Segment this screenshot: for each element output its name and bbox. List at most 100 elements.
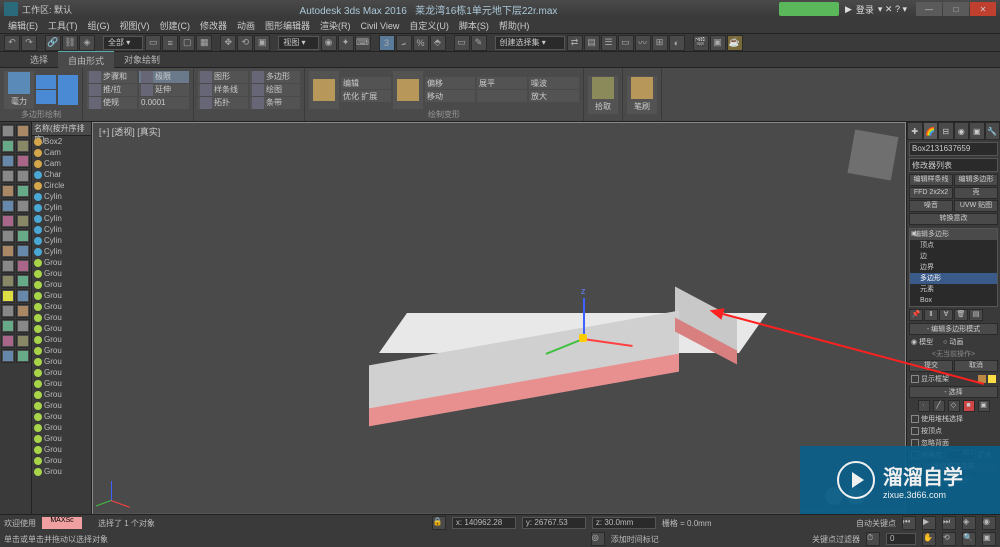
stack-pin-icon[interactable]: 📌 — [909, 309, 923, 321]
viewcube[interactable] — [848, 130, 899, 181]
stack-edge[interactable]: 边 — [910, 251, 997, 262]
rbtn-spline[interactable]: 样条线 — [198, 84, 248, 96]
stack-polygon[interactable]: 多边形 — [910, 273, 997, 284]
rbtn-zoom[interactable]: 放大 — [529, 90, 579, 102]
layer-item[interactable]: Cylin — [32, 213, 91, 224]
layer-item[interactable]: Cylin — [32, 246, 91, 257]
layers-list[interactable]: Box2CamCamCharCircleCylinCylinCylinCylin… — [32, 136, 91, 530]
app-icon[interactable] — [4, 2, 18, 16]
snap-icon[interactable]: 3 — [379, 35, 395, 51]
stack-unique-icon[interactable]: ∀ — [939, 309, 953, 321]
keyboard-icon[interactable]: ⌨ — [355, 35, 371, 51]
rollout-selection[interactable]: - 选择 — [909, 386, 998, 398]
layer-item[interactable]: Grou — [32, 312, 91, 323]
layer-item[interactable]: Grou — [32, 345, 91, 356]
layer-item[interactable]: Cam — [32, 147, 91, 158]
ltool-31[interactable] — [1, 349, 15, 363]
scene-box-object[interactable] — [373, 303, 753, 423]
btn-shell[interactable]: 壳 — [954, 187, 998, 199]
sb-time-play-icon[interactable]: ▶ — [922, 516, 936, 530]
layer-item[interactable]: Cylin — [32, 235, 91, 246]
spinner-snap-icon[interactable]: ⬘ — [430, 35, 446, 51]
ltool-6[interactable] — [16, 154, 30, 168]
modifier-stack[interactable]: 编辑多边形 顶点 边 边界 多边形 元素 Box — [909, 228, 998, 307]
ltool-25[interactable] — [1, 304, 15, 318]
layers-icon[interactable]: ☰ — [601, 35, 617, 51]
menu-views[interactable]: 视图(V) — [116, 19, 154, 32]
btn-cancel[interactable]: 取消 — [954, 360, 998, 372]
rbtn-brush[interactable]: 笔刷 — [627, 76, 657, 114]
ltool-5[interactable] — [1, 154, 15, 168]
sb-nav-zoom-icon[interactable]: 🔍 — [962, 532, 976, 546]
rbtn-flatten[interactable]: 展平 — [477, 77, 527, 89]
sb-nav-1[interactable]: ◈ — [962, 516, 976, 530]
radio-anim[interactable]: 动画 — [949, 337, 963, 347]
layer-item[interactable]: Grou — [32, 422, 91, 433]
cmdtab-create[interactable]: ✚ — [907, 122, 923, 140]
viewport-label[interactable]: [+] [透视] [真实] — [99, 125, 160, 138]
polydraw-icon-2[interactable] — [36, 90, 56, 104]
bind-icon[interactable]: ◈ — [79, 35, 95, 51]
menu-group[interactable]: 组(G) — [84, 19, 114, 32]
stack-box[interactable]: Box — [910, 295, 997, 306]
link-icon[interactable]: 🔗 — [45, 35, 61, 51]
layer-item[interactable]: Grou — [32, 268, 91, 279]
rbtn-edit[interactable]: 编辑 — [341, 77, 391, 89]
ltool-9[interactable] — [1, 184, 15, 198]
keyfilter-button[interactable]: 关键点过滤器 — [812, 534, 860, 545]
layer-item[interactable]: Grou — [32, 466, 91, 477]
btn-editpoly[interactable]: 编辑多边形 — [954, 174, 998, 186]
sb-time-prev-icon[interactable]: ⏮ — [902, 516, 916, 530]
curve-editor-icon[interactable]: 〰 — [635, 35, 651, 51]
ltool-32[interactable] — [16, 349, 30, 363]
modifier-list-dropdown[interactable]: 修改器列表 — [909, 158, 998, 172]
ltool-24[interactable] — [16, 289, 30, 303]
stack-element[interactable]: 元素 — [910, 284, 997, 295]
chk-showcage[interactable] — [911, 375, 919, 383]
layer-item[interactable]: Grou — [32, 411, 91, 422]
layers-header[interactable]: 名称(按升序排序) — [32, 122, 91, 136]
sb-lock-icon[interactable]: 🔒 — [432, 516, 446, 530]
sb-time-next-icon[interactable]: ⏭ — [942, 516, 956, 530]
material-editor-icon[interactable]: ◐ — [669, 35, 685, 51]
ltool-1[interactable] — [1, 124, 15, 138]
select-name-icon[interactable]: ≡ — [162, 35, 178, 51]
minimize-button[interactable]: — — [916, 2, 942, 16]
ltool-16[interactable] — [16, 229, 30, 243]
rbtn-move[interactable]: 移动 — [425, 90, 475, 102]
render-icon[interactable]: ☕ — [727, 35, 743, 51]
cmdtab-motion[interactable]: ◉ — [954, 122, 970, 140]
menu-tools[interactable]: 工具(T) — [44, 19, 82, 32]
rbtn-steps[interactable]: 步骤和 — [87, 71, 137, 83]
named-selection-dropdown[interactable]: 创建选择集 ▾ — [495, 36, 565, 50]
chk-usestack[interactable] — [911, 415, 919, 423]
stack-editpoly[interactable]: 编辑多边形 — [910, 229, 997, 240]
layer-item[interactable]: Grou — [32, 290, 91, 301]
layer-item[interactable]: Cylin — [32, 224, 91, 235]
sb-nav-max-icon[interactable]: ▣ — [982, 532, 996, 546]
ltool-15[interactable] — [1, 229, 15, 243]
rbtn-noise[interactable]: 噪波 — [529, 77, 579, 89]
coord-x[interactable]: x: 140962.28 — [452, 517, 516, 529]
ltool-10[interactable] — [16, 184, 30, 198]
timetag-button[interactable]: 添加时间标记 — [611, 534, 659, 545]
ltool-19[interactable] — [1, 259, 15, 273]
maxscript-listener[interactable]: MAXSc — [42, 517, 82, 529]
manip-icon[interactable]: ✦ — [338, 35, 354, 51]
layer-item[interactable]: Grou — [32, 323, 91, 334]
viewport[interactable]: [+] [透视] [真实] 0 0 / 100 — [92, 122, 906, 530]
stack-remove-icon[interactable]: 🗑 — [954, 309, 968, 321]
rbtn-optext[interactable]: 优化 扩展 — [341, 90, 391, 102]
polydraw-button[interactable]: 毫力 — [4, 71, 34, 109]
rtab-selection[interactable]: 选择 — [20, 51, 58, 68]
rbtn-pick[interactable]: 拾取 — [588, 76, 618, 114]
layer-item[interactable]: Grou — [32, 257, 91, 268]
rbtn-empty[interactable] — [477, 90, 527, 102]
stack-border[interactable]: 边界 — [910, 262, 997, 273]
btn-ffd[interactable]: FFD 2x2x2 — [909, 187, 953, 199]
cmdtab-display[interactable]: ▣ — [969, 122, 985, 140]
rbtn-strip[interactable]: 条带 — [250, 97, 300, 109]
layer-item[interactable]: Char — [32, 169, 91, 180]
layer-item[interactable]: Circle — [32, 180, 91, 191]
sb-nav-pan-icon[interactable]: ✋ — [922, 532, 936, 546]
